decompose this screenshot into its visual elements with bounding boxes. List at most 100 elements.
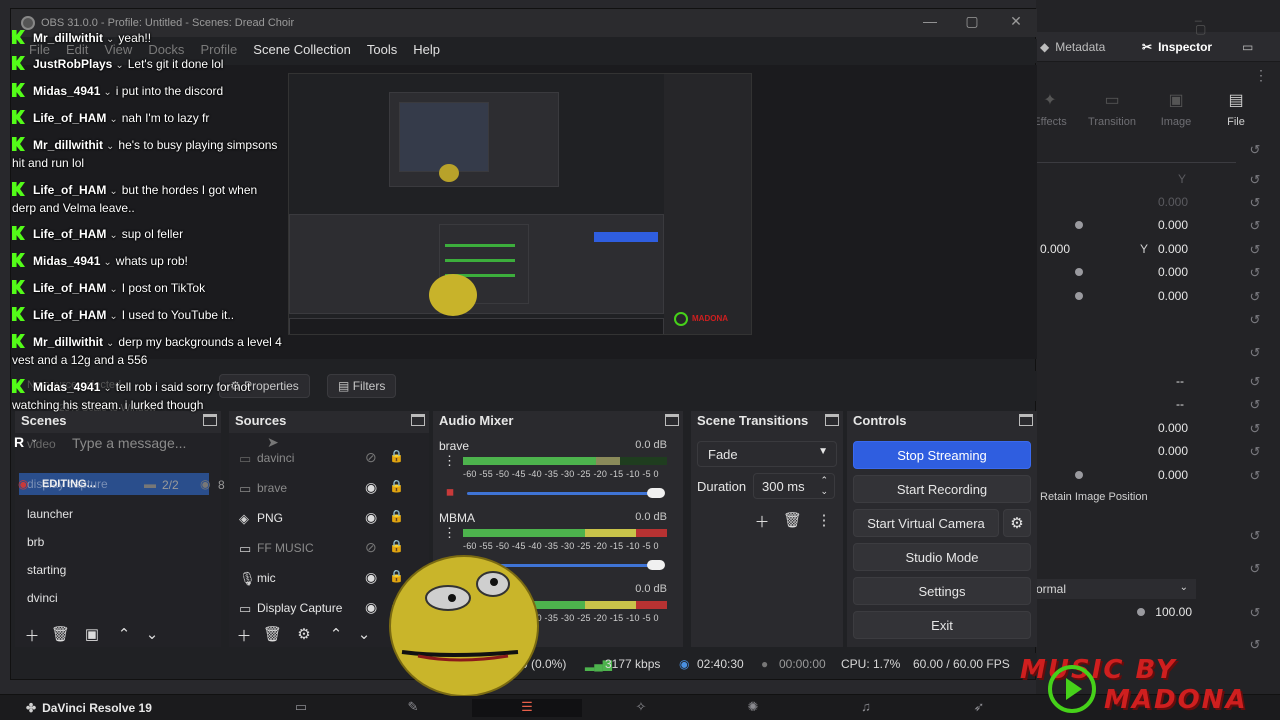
undock-icon[interactable]: [1019, 414, 1033, 426]
volume-slider-knob[interactable]: [647, 488, 665, 498]
filter-scene-icon[interactable]: ▣: [83, 625, 101, 643]
resolve-window-controls[interactable]: _ ▢: [1195, 8, 1280, 36]
start-virtual-camera-button[interactable]: Start Virtual Camera: [853, 509, 999, 537]
scene-item[interactable]: starting: [27, 563, 66, 577]
anchor-slider-knob[interactable]: [1075, 292, 1083, 300]
transition-menu-icon[interactable]: ⋮: [815, 511, 833, 529]
stop-streaming-button[interactable]: Stop Streaming: [853, 441, 1031, 469]
fusion-page-icon[interactable]: ✧: [586, 699, 696, 717]
reset-icon[interactable]: ↺: [1246, 172, 1264, 188]
field-zoom-y[interactable]: 0.000: [1138, 195, 1188, 209]
reset-icon[interactable]: ↺: [1246, 242, 1264, 258]
settings-button[interactable]: Settings: [853, 577, 1031, 605]
field-crop-b[interactable]: --: [1134, 397, 1184, 411]
lock-icon[interactable]: 🔒: [389, 449, 404, 463]
reset-icon[interactable]: ↺: [1246, 397, 1264, 413]
add-source-icon[interactable]: ＋: [235, 625, 253, 646]
subtab-transition[interactable]: ▭ Transition: [1082, 90, 1142, 128]
eye-hidden-icon[interactable]: ⊘: [365, 449, 377, 466]
move-down-icon[interactable]: ⌄: [143, 625, 161, 643]
remove-transition-icon[interactable]: 🗑: [783, 511, 802, 529]
reset-icon[interactable]: ↺: [1246, 605, 1264, 621]
metadata-tab[interactable]: ◆ Metadata: [1040, 40, 1105, 54]
source-row[interactable]: ▭ brave ◉ 🔒: [229, 477, 429, 501]
undock-icon[interactable]: [665, 414, 679, 426]
move-up-icon[interactable]: ⌃: [327, 625, 345, 643]
transition-select[interactable]: Fade ▼: [697, 441, 837, 467]
exit-button[interactable]: Exit: [853, 611, 1031, 639]
panel-layout-icon[interactable]: ▭: [1242, 40, 1253, 54]
zoom-slider-knob[interactable]: [1075, 221, 1083, 229]
scene-item[interactable]: dvinci: [27, 591, 58, 605]
add-transition-icon[interactable]: ＋: [753, 511, 771, 532]
eye-hidden-icon[interactable]: ⊘: [365, 539, 377, 556]
remove-scene-icon[interactable]: 🗑: [51, 625, 70, 643]
reset-icon[interactable]: ↺: [1246, 289, 1264, 305]
muted-speaker-icon[interactable]: ◼: [441, 487, 459, 501]
eye-icon[interactable]: ◉: [365, 599, 377, 616]
reset-icon[interactable]: ↺: [1246, 195, 1264, 211]
reset-icon[interactable]: ↺: [1246, 312, 1264, 328]
reset-icon[interactable]: ↺: [1246, 142, 1264, 158]
filters-button[interactable]: ▤ Filters: [327, 374, 397, 398]
menu-tools[interactable]: Tools: [359, 39, 405, 63]
field-anchor[interactable]: 0.000: [1138, 289, 1188, 303]
add-scene-icon[interactable]: ＋: [23, 625, 41, 646]
field-pitch[interactable]: 0.000: [1138, 421, 1188, 435]
eye-icon[interactable]: ◉: [365, 569, 377, 586]
reset-icon[interactable]: ↺: [1246, 468, 1264, 484]
eye-icon[interactable]: ◉: [365, 509, 377, 526]
scene-item[interactable]: brb: [27, 535, 44, 549]
scene-item[interactable]: launcher: [27, 507, 73, 521]
minimize-icon[interactable]: —: [915, 13, 945, 29]
field-rotation[interactable]: 0.000: [1138, 265, 1188, 279]
subtab-file[interactable]: ▤ File: [1206, 90, 1266, 128]
cut-page-icon[interactable]: ✎: [358, 699, 468, 717]
channel-menu-icon[interactable]: ⋮: [443, 454, 456, 467]
volume-slider[interactable]: [467, 492, 663, 495]
field-opacity[interactable]: 100.00: [1142, 605, 1192, 619]
field-position-y[interactable]: 0.000: [1138, 242, 1188, 256]
virtual-camera-gear-icon[interactable]: ⚙: [1003, 509, 1031, 537]
move-up-icon[interactable]: ⌃: [115, 625, 133, 643]
reset-icon[interactable]: ↺: [1246, 444, 1264, 460]
edit-page-icon[interactable]: ☰: [472, 699, 582, 717]
field-yaw[interactable]: 0.000: [1138, 444, 1188, 458]
reset-icon[interactable]: ↺: [1246, 528, 1264, 544]
undock-icon[interactable]: [825, 414, 839, 426]
reset-icon[interactable]: ↺: [1246, 374, 1264, 390]
move-down-icon[interactable]: ⌄: [355, 625, 373, 643]
remove-source-icon[interactable]: 🗑: [263, 625, 282, 643]
channel-menu-icon[interactable]: ⋮: [443, 526, 456, 539]
field-zoom-x[interactable]: 0.000: [1138, 218, 1188, 232]
flip-slider-knob[interactable]: [1075, 471, 1083, 479]
eye-icon[interactable]: ◉: [365, 479, 377, 496]
reset-icon[interactable]: ↺: [1246, 218, 1264, 234]
studio-mode-button[interactable]: Studio Mode: [853, 543, 1031, 571]
source-row[interactable]: ◈ PNG ◉ 🔒: [229, 507, 429, 531]
reset-icon[interactable]: ↺: [1246, 265, 1264, 281]
media-page-icon[interactable]: ▭: [246, 699, 356, 717]
volume-slider-knob[interactable]: [647, 560, 665, 570]
reset-icon[interactable]: ↺: [1246, 637, 1264, 653]
send-icon[interactable]: ➤: [267, 434, 279, 451]
field-flip[interactable]: 0.000: [1138, 468, 1188, 482]
color-page-icon[interactable]: ✺: [698, 699, 808, 717]
subtab-image[interactable]: ▣ Image: [1146, 90, 1206, 128]
composite-mode-select[interactable]: ormal ⌄: [1036, 579, 1196, 599]
reset-icon[interactable]: ↺: [1246, 421, 1264, 437]
inspector-tab[interactable]: ✂ Inspector: [1142, 40, 1212, 54]
field-crop-a[interactable]: --: [1134, 374, 1184, 388]
chat-input[interactable]: R ⌄ Type a message... ➤: [14, 434, 279, 456]
duration-input[interactable]: 300 ms ⌃ ⌄: [753, 473, 835, 499]
lock-icon[interactable]: 🔒: [389, 479, 404, 493]
reset-icon[interactable]: ↺: [1246, 561, 1264, 577]
stepper-icon[interactable]: ⌃ ⌄: [820, 475, 828, 497]
start-recording-button[interactable]: Start Recording: [853, 475, 1031, 503]
maximize-icon[interactable]: ▢: [957, 13, 987, 30]
close-icon[interactable]: ✕: [1001, 13, 1031, 30]
more-options-icon[interactable]: ⋮: [1254, 67, 1268, 84]
chevron-down-icon[interactable]: ⌄: [30, 434, 38, 445]
menu-help[interactable]: Help: [405, 39, 448, 63]
source-properties-gear-icon[interactable]: ⚙: [295, 625, 313, 643]
